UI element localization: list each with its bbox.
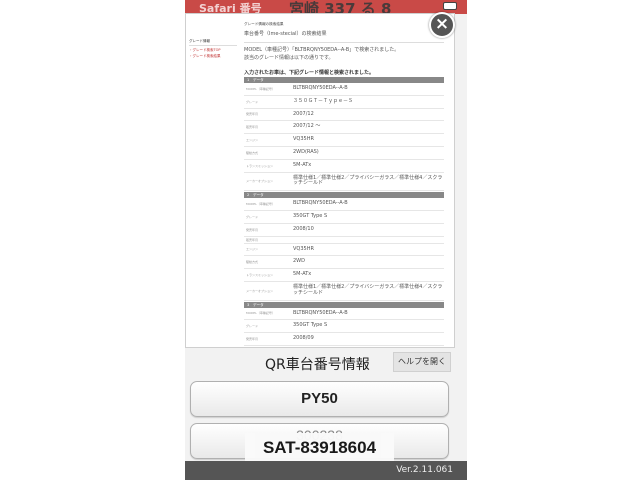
row-label: グレード (246, 324, 259, 329)
result-header: グレード情報の検索結果 (244, 22, 284, 26)
row-label: MODEL（車種記号） (246, 86, 275, 91)
table-row: トランスミッション 5M-ATx (244, 160, 444, 173)
row-value: BLTBRQNY50EDA--A-B (293, 309, 348, 316)
table-row: 発売年月 2008/10 (244, 224, 444, 237)
table-row: MODEL（車種記号） BLTBRQNY50EDA--A-B (244, 308, 444, 321)
row-value: VQ35HR (293, 245, 314, 252)
row-value: BLTBRQNY50EDA--A-B (293, 85, 348, 91)
header-left-text: Safari 番号 (199, 2, 262, 14)
table-row: グレード ３５０ＧＴ－Ｔｙｐｅ－Ｓ (244, 96, 444, 109)
row-label: 販売年月 (244, 346, 293, 348)
result-subheader: 車台番号（Ime-stecial）の検索結果 (244, 30, 444, 43)
table-row: 販売年月 (244, 346, 444, 348)
intro-line: 該当のグレード情報は以下の通りです。 (244, 54, 334, 61)
row-label: 発売年月 (246, 112, 259, 117)
plate-number-overlay: SAT-83918604 (245, 433, 394, 462)
table-row: メーカーオプション 標準仕様1／標準仕様2／プライバシーガラス／標準仕様4／スクラ… (244, 173, 444, 192)
row-label: MODEL（車種記号） (246, 311, 275, 316)
grade-group: 2 データ MODEL（車種記号） BLTBRQNY50EDA--A-B グレード 35… (244, 192, 444, 301)
row-value: BLTBRQNY50EDA--A-B (293, 200, 348, 207)
sidebar-link-search-result[interactable]: ・グレード検索結果 (189, 53, 237, 59)
table-row: 発売年月 2007/12 (244, 109, 444, 122)
row-label: トランスミッション (246, 273, 273, 278)
row-value: 5M-ATx (293, 271, 312, 278)
row-value: VQ35HR (293, 136, 314, 143)
row-label: グレード (246, 99, 259, 104)
modal-content: グレード情報の検索結果 車台番号（Ime-stecial）の検索結果 MODEL… (244, 22, 444, 348)
table-row: MODEL（車種記号） BLTBRQNY50EDA--A-B (244, 198, 444, 211)
row-value: ３５０ＧＴ－Ｔｙｐｅ－Ｓ (293, 97, 354, 104)
table-row: 駆動方式 2WD(RAS) (244, 147, 444, 160)
app-screen: Safari 番号 宮崎 337 る 8 グレード情報 ・グレード検索TOP ・… (185, 0, 467, 480)
input-note: 入力されたお車は、下記グレード情報と検索されました。 (244, 70, 375, 76)
row-label: トランスミッション (246, 163, 273, 168)
qr-info-title: QR車台番号情報 (265, 357, 370, 373)
help-button[interactable]: ヘルプを開く (393, 352, 451, 372)
table-row: エンジン VQ35HR (244, 134, 444, 147)
header-plate-text: 宮崎 337 る 8 (289, 0, 392, 14)
row-value (293, 346, 444, 347)
table-row: グレード 350GT Type S (244, 320, 444, 334)
row-label: MODEL（車種記号） (246, 202, 275, 207)
sidebar-title: グレード情報 (189, 38, 237, 46)
row-label: メーカーオプション (246, 288, 274, 293)
row-value: 2008/09 (293, 335, 314, 342)
version-label: Ver.2.11.061 (396, 465, 453, 475)
battery-icon (443, 2, 457, 10)
intro-line: MODEL（車種記号）「BLTBRQNY50EDA--A-B」で検索されました。 (244, 47, 400, 53)
table-row: MODEL（車種記号） BLTBRQNY50EDA--A-B (244, 83, 444, 96)
grade-group: 1 データ MODEL（車種記号） BLTBRQNY50EDA--A-B グレード ３５… (244, 77, 444, 192)
row-value: 5M-ATx (293, 161, 312, 168)
row-value: 標準仕様1／標準仕様2／プライバシーガラス／標準仕様4／スクラッチシールド (293, 174, 443, 187)
row-label: 駆動方式 (246, 260, 259, 265)
row-value: 350GT Type S (293, 212, 328, 219)
modal-sidebar: グレード情報 ・グレード検索TOP ・グレード検索結果 (189, 38, 237, 59)
table-row: メーカーオプション 標準仕様1／標準仕様2／プライバシーガラス／標準仕様4／スクラ… (244, 282, 444, 301)
row-label: 発売年月 (246, 227, 259, 232)
table-row: グレード 350GT Type S (244, 211, 444, 224)
row-value: 2008/10 (293, 225, 314, 232)
row-label: 発売年月 (246, 337, 259, 342)
table-row: エンジン VQ35HR (244, 244, 444, 257)
row-value: 350GT Type S (293, 322, 328, 329)
grade-result-modal: グレード情報 ・グレード検索TOP ・グレード検索結果 グレード情報の検索結果 … (185, 13, 455, 348)
row-value: 2WD(RAS) (293, 148, 319, 155)
row-value: 2007/12 ～ (293, 123, 321, 130)
blurred-header: Safari 番号 宮崎 337 る 8 (185, 0, 467, 14)
grade-table: 1 データ MODEL（車種記号） BLTBRQNY50EDA--A-B グレード ３５… (244, 77, 444, 348)
grade-group: 3 データ MODEL（車種記号） BLTBRQNY50EDA--A-B グレード 35… (244, 301, 444, 348)
row-label: グレード (246, 214, 259, 219)
row-label: 駆動方式 (246, 150, 259, 155)
table-row: 駆動方式 2WD (244, 256, 444, 270)
row-label: メーカーオプション (246, 179, 274, 184)
row-value: 2WD (293, 258, 305, 265)
row-value (293, 237, 444, 243)
row-label: エンジン (246, 247, 259, 252)
close-modal-button[interactable]: × (429, 12, 455, 38)
table-row: 発売年月 2008/09 (244, 333, 444, 346)
table-row: トランスミッション 5M-ATx (244, 269, 444, 282)
row-label: 販売年月 (246, 237, 259, 242)
footer-bar: Ver.2.11.061 (185, 461, 467, 480)
model-code-button[interactable]: PY50 (190, 381, 449, 417)
table-row: 販売年月 2007/12 ～ (244, 121, 444, 135)
row-label: 販売年月 (246, 125, 259, 130)
row-label: エンジン (246, 138, 259, 143)
row-value: 標準仕様1／標準仕様2／プライバシーガラス／標準仕様4／スクラッチシールド (293, 283, 443, 296)
row-value: 2007/12 (293, 110, 314, 117)
table-row: 販売年月 (244, 237, 444, 244)
